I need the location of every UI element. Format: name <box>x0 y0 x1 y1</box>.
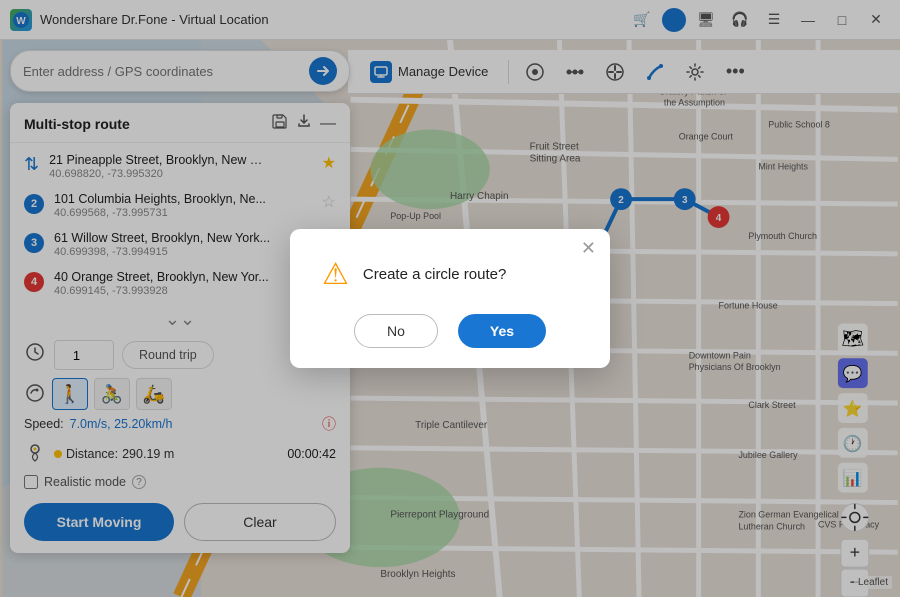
dialog-overlay: ✕ ⚠ Create a circle route? No Yes <box>0 0 900 597</box>
dialog-no-button[interactable]: No <box>354 314 438 348</box>
dialog-actions: No Yes <box>322 314 578 348</box>
dialog-message: Create a circle route? <box>363 266 506 283</box>
dialog: ✕ ⚠ Create a circle route? No Yes <box>290 229 610 368</box>
dialog-yes-button[interactable]: Yes <box>458 314 546 348</box>
dialog-close-button[interactable]: ✕ <box>581 239 596 257</box>
dialog-warning-icon: ⚠ <box>322 257 349 292</box>
dialog-body: ⚠ Create a circle route? <box>322 257 578 292</box>
